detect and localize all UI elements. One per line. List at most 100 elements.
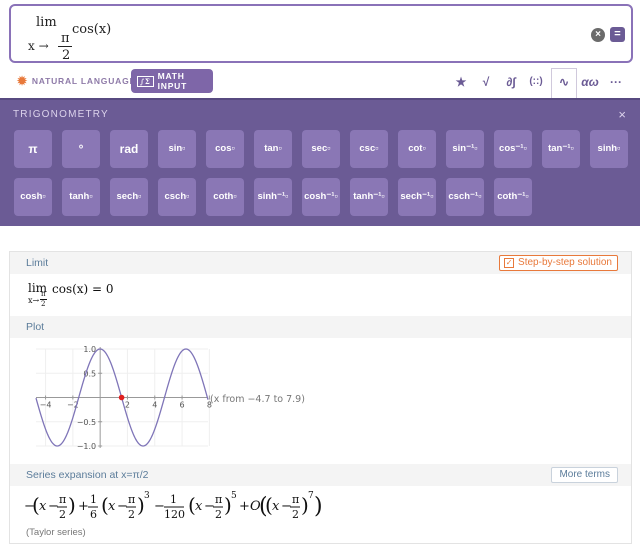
series-x: x <box>39 499 47 514</box>
trig-key-r2-2[interactable]: sech▫ <box>110 178 148 216</box>
trig-key-r2-4[interactable]: coth▫ <box>206 178 244 216</box>
series-six: 6 <box>90 508 97 521</box>
series-plus-2: + <box>239 499 250 514</box>
series-two-4: 2 <box>292 508 299 521</box>
input-frac-num: π <box>61 31 70 46</box>
limit-pod-title: Limit <box>26 257 49 269</box>
series-two-3: 2 <box>215 508 222 521</box>
trig-key-r2-9[interactable]: csch⁻¹▫ <box>446 178 484 216</box>
series-pod-title: Series expansion at x=π/2 <box>26 469 149 481</box>
trig-key-r2-5[interactable]: sinh⁻¹▫ <box>254 178 292 216</box>
trig-key-r2-0[interactable]: cosh▫ <box>14 178 52 216</box>
limit-pod-body: lim x→ π 2 cos(x) = 0 <box>10 274 631 316</box>
trig-key-r1-2[interactable]: rad <box>110 130 148 168</box>
checkmark-icon: ✓ <box>504 258 515 268</box>
input-function: cos(x) <box>72 22 112 37</box>
cosine-plot: −4 −2 2 4 6 81.00.5−0.5−1.0 <box>35 345 212 451</box>
trig-key-r1-0[interactable]: π <box>14 130 52 168</box>
input-frac-den: 2 <box>62 48 71 63</box>
series-two-2: 2 <box>128 508 135 521</box>
plot-pod-body: −4 −2 2 4 6 8 1.0 0.5 −0.5 −1.0 (x from −4.7 to 7… <box>10 338 631 460</box>
series-one-2: 1 <box>170 493 177 506</box>
calculus-icon[interactable]: ∂∫ <box>499 71 523 93</box>
series-expression: − ( x − π 2 ) + 1 6 ( x − π 2) 3 − 1 12… <box>24 491 323 521</box>
trig-key-r1-4[interactable]: cos▫ <box>206 130 244 168</box>
trig-key-r1-6[interactable]: sec▫ <box>302 130 340 168</box>
clear-icon[interactable]: × <box>591 28 605 42</box>
plot-y-tick-label-3: −1.0 <box>77 442 96 451</box>
math-input-icon: ∫Σ <box>137 75 154 87</box>
series-pi-2: π <box>128 493 135 506</box>
trig-key-r1-8[interactable]: cot▫ <box>398 130 436 168</box>
series-pod-body: − ( x − π 2 ) + 1 6 ( x − π 2) 3 − 1 12… <box>10 486 631 543</box>
plot-pod-header: Plot <box>10 316 631 338</box>
series-x-4: x <box>272 499 280 514</box>
mode-bar: ✹ NATURAL LANGUAGE ∫Σ MATH INPUT ★ √ ∂∫ … <box>0 65 640 98</box>
matrix-icon[interactable]: (::) <box>524 71 548 93</box>
natural-language-tab[interactable]: ✹ NATURAL LANGUAGE <box>17 72 136 90</box>
series-paren-close-5: ) <box>314 494 323 519</box>
plot-pod-title: Plot <box>26 321 45 333</box>
limit-result-sub-den: 2 <box>41 300 46 308</box>
input-lim: lim <box>36 15 57 30</box>
trigonometry-panel: TRIGONOMETRY × π ° rad sin▫ cos▫ tan▫ sec▫ csc▫… <box>0 98 640 226</box>
series-exp3: 3 <box>144 491 150 501</box>
greek-icon[interactable]: αω <box>578 71 602 93</box>
plot-x-tick-label-2: 2 <box>125 401 130 410</box>
series-x-3: x <box>195 499 203 514</box>
more-terms-button[interactable]: More terms <box>551 467 618 483</box>
trig-key-r2-8[interactable]: sech⁻¹▫ <box>398 178 436 216</box>
trig-key-r2-10[interactable]: coth⁻¹▫ <box>494 178 532 216</box>
trig-key-r2-3[interactable]: csch▫ <box>158 178 196 216</box>
limit-pod-header: Limit ✓ Step-by-step solution <box>10 252 631 274</box>
step-by-step-label: Step-by-step solution <box>518 257 612 268</box>
series-one: 1 <box>90 493 97 506</box>
trig-key-r1-10[interactable]: cos⁻¹▫ <box>494 130 532 168</box>
series-pi: π <box>59 493 66 506</box>
input-frac-bar <box>58 46 72 47</box>
step-by-step-button[interactable]: ✓ Step-by-step solution <box>499 255 618 271</box>
series-pod-header: Series expansion at x=π/2 More terms <box>10 464 631 486</box>
star-icon[interactable]: ★ <box>449 71 473 93</box>
trig-key-r1-7[interactable]: csc▫ <box>350 130 388 168</box>
input-subscript: x → <box>28 39 49 53</box>
series-plus: + <box>78 499 89 514</box>
wolfram-page: lim x → π 2 cos(x) × = ✹ NATURAL LANGUAG… <box>0 0 640 548</box>
trigonometry-title: TRIGONOMETRY <box>13 109 109 120</box>
close-icon[interactable]: × <box>618 107 626 122</box>
trig-key-r1-9[interactable]: sin⁻¹▫ <box>446 130 484 168</box>
math-input-label: MATH INPUT <box>157 71 188 91</box>
more-icon[interactable]: ··· <box>604 71 628 93</box>
trig-key-r1-11[interactable]: tan⁻¹▫ <box>542 130 580 168</box>
trig-key-r1-1[interactable]: ° <box>62 130 100 168</box>
math-input-field[interactable]: lim x → π 2 cos(x) × = <box>9 4 633 63</box>
series-paren-close: ) <box>68 493 76 517</box>
sun-icon: ✹ <box>17 74 28 88</box>
trig-key-r2-7[interactable]: tanh⁻¹▫ <box>350 178 388 216</box>
series-two: 2 <box>59 508 66 521</box>
series-x-2: x <box>108 499 116 514</box>
trig-key-r1-12[interactable]: sinh▫ <box>590 130 628 168</box>
plot-x-tick-label-3: 4 <box>152 401 157 410</box>
plot-x-tick-label-4: 6 <box>180 401 185 410</box>
limit-result-sub-num: π <box>41 290 46 298</box>
series-pi-3: π <box>215 493 222 506</box>
taylor-series-note: (Taylor series) <box>26 527 86 538</box>
trig-key-r1-3[interactable]: sin▫ <box>158 130 196 168</box>
sqrt-icon[interactable]: √ <box>474 71 498 93</box>
input-expression[interactable]: lim x → π 2 cos(x) <box>19 10 129 63</box>
trig-wave-icon[interactable]: ∿ <box>551 68 577 98</box>
math-input-tab[interactable]: ∫Σ MATH INPUT <box>131 69 213 93</box>
plot-range-note: (x from −4.7 to 7.9) <box>210 394 305 405</box>
plot-x-tick-label-0: −4 <box>40 401 52 410</box>
series-exp5: 5 <box>231 491 237 501</box>
plot-y-tick-label-2: −0.5 <box>77 418 96 427</box>
plot-limit-point <box>118 394 125 401</box>
trig-key-r2-6[interactable]: cosh⁻¹▫ <box>302 178 340 216</box>
limit-result-sub: x→ <box>28 296 40 305</box>
trig-key-r1-5[interactable]: tan▫ <box>254 130 292 168</box>
natural-language-label: NATURAL LANGUAGE <box>31 76 136 86</box>
series-onetwenty: 120 <box>164 508 185 521</box>
equals-icon[interactable]: = <box>610 27 625 42</box>
trig-key-r2-1[interactable]: tanh▫ <box>62 178 100 216</box>
